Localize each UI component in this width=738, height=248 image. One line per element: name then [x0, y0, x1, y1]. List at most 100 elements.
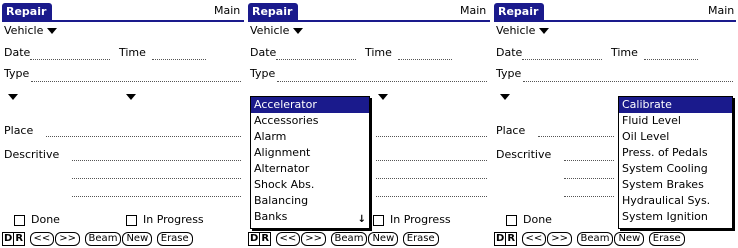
dropdown-arrow-icon: [293, 28, 304, 34]
date-label: Date: [496, 46, 523, 59]
d-button[interactable]: D: [494, 232, 507, 246]
type-left-dropdown[interactable]: [496, 90, 510, 103]
list-item[interactable]: Banks: [251, 209, 369, 225]
next-button[interactable]: >>: [301, 232, 327, 246]
new-button[interactable]: New: [122, 232, 153, 246]
type-label: Type: [496, 67, 522, 80]
descriptive-field-line-1[interactable]: [564, 160, 614, 161]
vehicle-trigger[interactable]: Vehicle: [250, 24, 304, 37]
type-popup-list[interactable]: Calibrate Fluid Level Oil Level Press. o…: [618, 96, 733, 229]
done-checkbox[interactable]: Done: [14, 213, 60, 226]
next-button[interactable]: >>: [55, 232, 81, 246]
list-item[interactable]: Alignment: [251, 145, 369, 161]
descriptive-field-line-3[interactable]: [72, 196, 241, 197]
list-item[interactable]: System Brakes: [619, 177, 732, 193]
list-item[interactable]: Hydraulical Sys.: [619, 193, 732, 209]
in-progress-checkbox[interactable]: In Progress: [373, 213, 451, 226]
vehicle-label: Vehicle: [496, 24, 536, 37]
descriptive-field-line-1[interactable]: [72, 160, 241, 161]
type-field[interactable]: [523, 81, 733, 82]
vehicle-label: Vehicle: [4, 24, 44, 37]
list-item[interactable]: Calibrate: [619, 97, 732, 113]
time-field[interactable]: [152, 59, 206, 60]
type-field[interactable]: [277, 81, 487, 82]
list-item[interactable]: Press. of Pedals: [619, 145, 732, 161]
type-right-dropdown[interactable]: [122, 90, 136, 103]
type-right-dropdown[interactable]: [374, 90, 388, 103]
list-item[interactable]: System Ignition: [619, 209, 732, 225]
list-item[interactable]: Accessories: [251, 113, 369, 129]
button-bar: DR << >> Beam New Erase: [2, 232, 193, 246]
place-label: Place: [4, 124, 34, 137]
prev-button[interactable]: <<: [521, 232, 547, 246]
r-button[interactable]: R: [14, 232, 26, 246]
type-label: Type: [4, 67, 30, 80]
date-field[interactable]: [276, 59, 356, 60]
new-button[interactable]: New: [614, 232, 645, 246]
list-item[interactable]: Oil Level: [619, 129, 732, 145]
d-button[interactable]: D: [2, 232, 15, 246]
erase-button[interactable]: Erase: [156, 232, 193, 246]
list-item[interactable]: Balancing: [251, 193, 369, 209]
vehicle-trigger[interactable]: Vehicle: [496, 24, 550, 37]
beam-button[interactable]: Beam: [576, 232, 614, 246]
list-item[interactable]: Accelerator: [251, 97, 369, 113]
done-label: Done: [31, 213, 60, 226]
list-item[interactable]: Alternator: [251, 161, 369, 177]
dropdown-arrow-icon: [47, 28, 58, 34]
time-field[interactable]: [644, 59, 698, 60]
list-item[interactable]: System Cooling: [619, 161, 732, 177]
date-field[interactable]: [522, 59, 602, 60]
title-rule: [248, 20, 490, 22]
erase-button[interactable]: Erase: [648, 232, 685, 246]
descriptive-field-line-2[interactable]: [564, 178, 614, 179]
type-popup-list[interactable]: Accelerator Accessories Alarm Alignment …: [250, 96, 370, 229]
prev-button[interactable]: <<: [29, 232, 55, 246]
vehicle-trigger[interactable]: Vehicle: [4, 24, 58, 37]
descriptive-field-line-1[interactable]: [376, 160, 487, 161]
type-label: Type: [250, 67, 276, 80]
descriptive-field-line-2[interactable]: [72, 178, 241, 179]
place-field[interactable]: [376, 136, 487, 137]
list-item[interactable]: Shock Abs.: [251, 177, 369, 193]
r-button[interactable]: R: [506, 232, 518, 246]
main-menu-label[interactable]: Main: [460, 4, 486, 17]
dropdown-arrow-icon: [8, 94, 18, 100]
erase-button[interactable]: Erase: [402, 232, 439, 246]
prev-button[interactable]: <<: [275, 232, 301, 246]
repair-screen-3: Repair Main Vehicle Date Time Type Place…: [492, 0, 738, 248]
done-checkbox[interactable]: Done: [506, 213, 552, 226]
checkbox-icon: [126, 214, 137, 226]
beam-button[interactable]: Beam: [84, 232, 122, 246]
vehicle-label: Vehicle: [250, 24, 290, 37]
date-label: Date: [4, 46, 31, 59]
time-field[interactable]: [398, 59, 452, 60]
beam-button[interactable]: Beam: [330, 232, 368, 246]
time-label: Time: [611, 46, 638, 59]
descriptive-field-line-3[interactable]: [564, 196, 614, 197]
place-field[interactable]: [538, 136, 614, 137]
date-field[interactable]: [30, 59, 110, 60]
list-item[interactable]: Fluid Level: [619, 113, 732, 129]
checkbox-icon: [14, 214, 25, 226]
type-left-dropdown[interactable]: [4, 90, 18, 103]
main-menu-label[interactable]: Main: [214, 4, 240, 17]
place-label: Place: [496, 124, 526, 137]
r-button[interactable]: R: [260, 232, 272, 246]
scroll-down-arrow-icon[interactable]: ↓: [358, 214, 366, 225]
in-progress-label: In Progress: [390, 213, 451, 226]
new-button[interactable]: New: [368, 232, 399, 246]
d-button[interactable]: D: [248, 232, 261, 246]
next-button[interactable]: >>: [547, 232, 573, 246]
type-field[interactable]: [31, 81, 241, 82]
list-item[interactable]: Alarm: [251, 129, 369, 145]
dropdown-arrow-icon: [539, 28, 550, 34]
place-field[interactable]: [46, 136, 241, 137]
title-rule: [2, 20, 244, 22]
date-label: Date: [250, 46, 277, 59]
done-label: Done: [523, 213, 552, 226]
descriptive-field-line-3[interactable]: [376, 196, 487, 197]
descriptive-field-line-2[interactable]: [376, 178, 487, 179]
main-menu-label[interactable]: Main: [708, 4, 734, 17]
in-progress-checkbox[interactable]: In Progress: [126, 213, 204, 226]
